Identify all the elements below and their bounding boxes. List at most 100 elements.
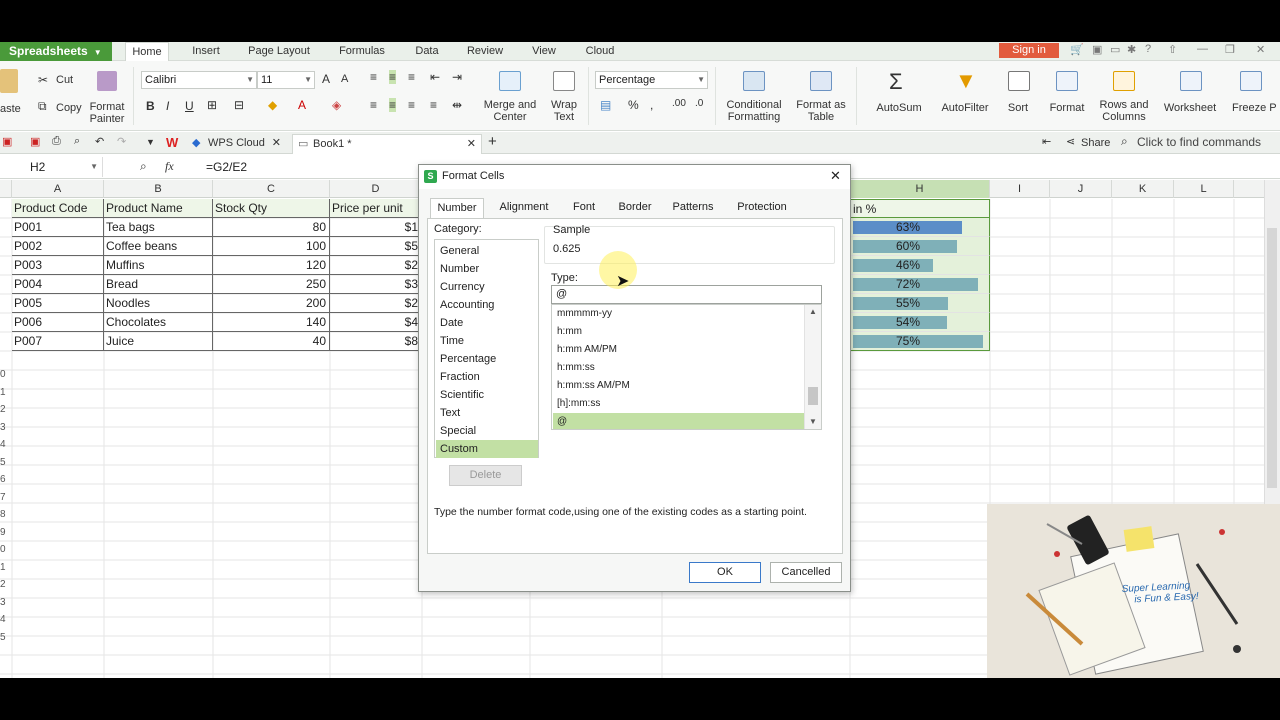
help-icon[interactable]: ? <box>1145 43 1151 55</box>
wps-logo-icon[interactable]: W <box>166 135 178 150</box>
product-name-cell[interactable]: Noodles <box>104 294 213 313</box>
column-header-c[interactable]: C <box>213 180 330 198</box>
row-number[interactable]: 2 <box>0 579 7 590</box>
menu-view[interactable]: View <box>525 42 563 61</box>
tab-font[interactable]: Font <box>565 198 603 218</box>
fx-button[interactable]: fx <box>165 159 174 174</box>
row-number[interactable]: 4 <box>0 439 7 450</box>
settings-icon[interactable]: ✱ <box>1127 43 1136 56</box>
find-commands-input[interactable]: Click to find commands <box>1137 136 1261 148</box>
app-menu-button[interactable]: Spreadsheets ▼ <box>0 42 112 61</box>
borders-icon[interactable]: ⊞ <box>207 98 217 112</box>
cell-d1[interactable]: Price per unit <box>330 199 422 218</box>
tab-border[interactable]: Border <box>613 198 657 218</box>
type-option[interactable]: [h]:mm:ss <box>553 395 804 413</box>
column-header-b[interactable]: B <box>104 180 213 198</box>
column-header-l[interactable]: L <box>1174 180 1234 198</box>
row-number[interactable]: 8 <box>0 509 7 520</box>
number-format-select[interactable]: Percentage ▼ <box>595 71 708 89</box>
align-bottom-icon[interactable]: ≡ <box>408 70 415 84</box>
menu-page-layout[interactable]: Page Layout <box>243 42 315 61</box>
close-icon[interactable]: ✕ <box>1256 43 1265 56</box>
close-icon[interactable]: ✕ <box>467 135 476 153</box>
currency-icon[interactable]: ▤ <box>600 98 611 112</box>
filter-icon[interactable]: ▼ <box>955 68 977 94</box>
chevron-down-icon[interactable]: ▼ <box>809 417 817 426</box>
format-as-table-button[interactable]: Format as Table <box>793 99 849 123</box>
product-code-cell[interactable]: P003 <box>12 256 104 275</box>
ok-button[interactable]: OK <box>689 562 761 583</box>
row-number[interactable]: 9 <box>0 527 7 538</box>
cell-a1[interactable]: Product Code <box>12 199 104 218</box>
sign-in-button[interactable]: Sign in <box>999 43 1059 58</box>
sort-icon[interactable] <box>1008 71 1030 91</box>
align-middle-icon[interactable]: ≡ <box>389 70 397 84</box>
row-number[interactable]: 5 <box>0 457 7 468</box>
freeze-panes-icon[interactable] <box>1240 71 1262 91</box>
minimize-icon[interactable]: — <box>1197 43 1208 55</box>
category-general[interactable]: General <box>436 242 538 260</box>
type-option[interactable]: @ <box>553 413 804 429</box>
align-center-icon[interactable]: ≡ <box>389 98 397 112</box>
menu-formulas[interactable]: Formulas <box>333 42 391 61</box>
select-all[interactable] <box>0 180 12 198</box>
cut-label[interactable]: Cut <box>56 74 73 86</box>
product-name-cell[interactable]: Coffee beans <box>104 237 213 256</box>
tab-book1[interactable]: ▭ Book1 * ✕ <box>292 134 482 154</box>
scroll-thumb[interactable] <box>1267 228 1277 488</box>
stock-qty-cell[interactable]: 100 <box>213 237 330 256</box>
zoom-icon[interactable]: ⌕ <box>140 159 147 174</box>
maximize-icon[interactable]: ❐ <box>1225 43 1235 56</box>
merge-center-icon[interactable] <box>499 71 521 91</box>
increase-decimal-icon[interactable]: .00 <box>672 98 686 109</box>
type-list-scrollbar[interactable]: ▲ ▼ <box>804 305 821 429</box>
sigma-icon[interactable]: Σ <box>889 69 903 95</box>
tab-patterns[interactable]: Patterns <box>667 198 719 218</box>
price-cell[interactable]: $4 <box>330 313 422 332</box>
product-code-cell[interactable]: P002 <box>12 237 104 256</box>
distributed-icon[interactable]: ⇹ <box>452 98 462 112</box>
menu-insert[interactable]: Insert <box>184 42 228 61</box>
row-number[interactable]: 1 <box>0 387 7 398</box>
share-icon[interactable]: ⋖ <box>1066 135 1075 148</box>
comma-icon[interactable]: , <box>650 98 653 112</box>
stock-qty-cell[interactable]: 200 <box>213 294 330 313</box>
stock-qty-cell[interactable]: 40 <box>213 332 330 351</box>
fill-color-icon[interactable]: ◆ <box>268 98 277 112</box>
format-as-table-icon[interactable] <box>810 71 832 91</box>
clear-icon[interactable]: ◈ <box>332 98 341 112</box>
type-option[interactable]: h:mm:ss <box>553 359 804 377</box>
paste-icon[interactable] <box>0 69 18 93</box>
price-cell[interactable]: $2 <box>330 256 422 275</box>
wrap-text-button[interactable]: Wrap Text <box>545 99 583 123</box>
new-tab-icon[interactable]: + <box>488 133 497 150</box>
row-number[interactable]: 7 <box>0 492 7 503</box>
percent-cell[interactable]: 75% <box>850 332 990 351</box>
stock-qty-cell[interactable]: 80 <box>213 218 330 237</box>
price-cell[interactable]: $1 <box>330 218 422 237</box>
message-icon[interactable]: ▭ <box>1110 43 1120 56</box>
product-name-cell[interactable]: Muffins <box>104 256 213 275</box>
category-date[interactable]: Date <box>436 314 538 332</box>
autofilter-button[interactable]: AutoFilter <box>934 102 996 114</box>
export-pdf-icon[interactable]: ▣ <box>30 135 40 148</box>
freeze-panes-button[interactable]: Freeze P <box>1232 102 1280 114</box>
type-list[interactable]: @ [h]:mm:ss h:mm:ss AM/PM h:mm:ss h:mm AM/PM… <box>551 304 822 430</box>
product-name-cell[interactable]: Juice <box>104 332 213 351</box>
tab-number[interactable]: Number <box>430 198 484 218</box>
font-family-select[interactable]: Calibri ▼ <box>141 71 257 89</box>
product-code-cell[interactable]: P006 <box>12 313 104 332</box>
product-code-cell[interactable]: P001 <box>12 218 104 237</box>
indent-increase-icon[interactable]: ⇥ <box>452 70 462 84</box>
format-painter-button[interactable]: Format Painter <box>86 101 128 125</box>
category-time[interactable]: Time <box>436 332 538 350</box>
product-name-cell[interactable]: Tea bags <box>104 218 213 237</box>
conditional-formatting-icon[interactable] <box>743 71 765 91</box>
category-text[interactable]: Text <box>436 404 538 422</box>
formula-input[interactable]: =G2/E2 <box>206 160 247 174</box>
type-input[interactable]: @ <box>551 285 822 304</box>
cancel-button[interactable]: Cancelled <box>770 562 842 583</box>
decrease-decimal-icon[interactable]: .0 <box>695 98 703 109</box>
font-color-icon[interactable]: A <box>298 98 306 112</box>
autosum-button[interactable]: AutoSum <box>868 102 930 114</box>
